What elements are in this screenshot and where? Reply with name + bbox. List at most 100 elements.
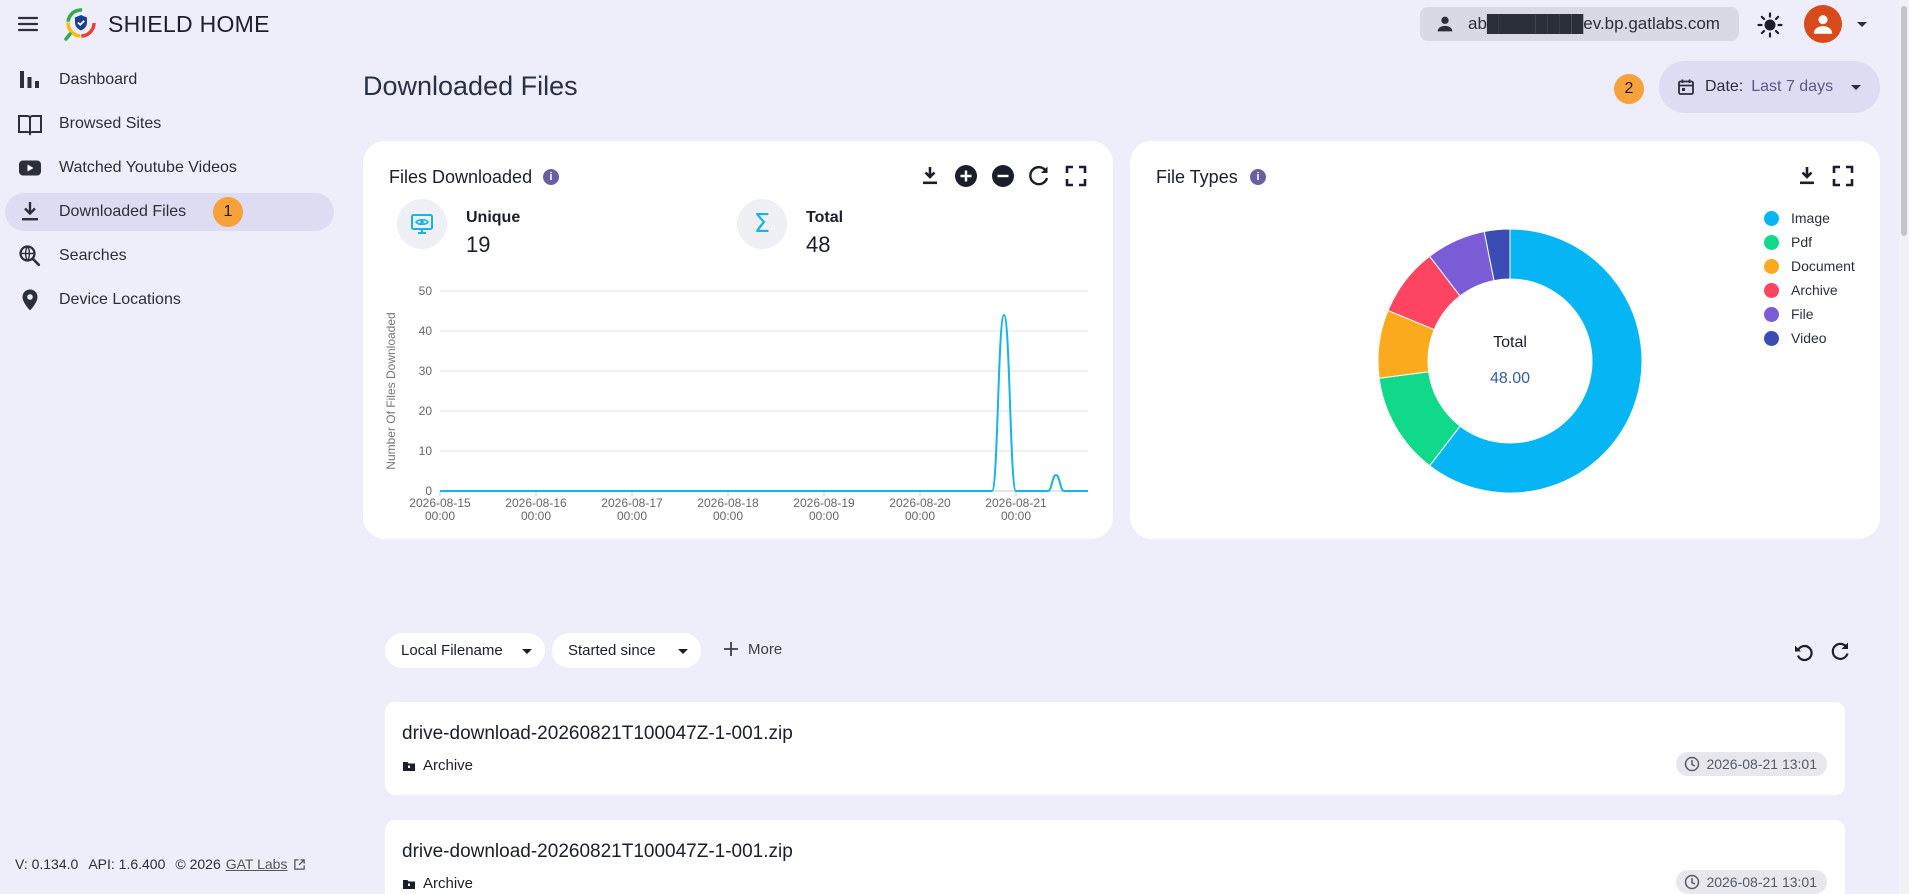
date-filter-value: Last 7 days <box>1751 78 1834 95</box>
sidebar-item-label: Watched Youtube Videos <box>59 159 237 176</box>
legend-item[interactable]: Document <box>1764 258 1855 274</box>
calendar-icon <box>1677 78 1695 96</box>
legend-item[interactable]: Video <box>1764 330 1827 346</box>
legend-item[interactable]: Archive <box>1764 282 1838 298</box>
download-icon <box>17 199 43 225</box>
x-tick-time-label: 00:00 <box>713 509 743 523</box>
book-open-icon <box>17 111 43 137</box>
plus-icon <box>722 640 740 658</box>
files-downloaded-card: Files Downloaded i Unique 19 Σ Total 48 … <box>363 141 1113 539</box>
sigma-icon: Σ <box>737 199 787 249</box>
y-tick-label: 50 <box>419 284 433 298</box>
result-time-label: 2026-08-21 13:01 <box>1706 874 1817 890</box>
refresh-icon[interactable] <box>1828 639 1854 665</box>
step-badge: 2 <box>1614 74 1644 104</box>
company-link[interactable]: GAT Labs <box>226 856 288 872</box>
more-filters-button[interactable]: More <box>722 640 782 658</box>
download-result-card[interactable]: drive-download-20260821T100047Z-1-001.zi… <box>385 702 1845 795</box>
legend-item[interactable]: Pdf <box>1764 234 1812 250</box>
sidebar-item-browsed-sites[interactable]: Browsed Sites <box>5 105 334 143</box>
x-tick-label: 2026-08-16 <box>505 496 567 510</box>
x-tick-label: 2026-08-21 <box>985 496 1047 510</box>
download-result-card[interactable]: drive-download-20260821T100047Z-1-001.zi… <box>385 820 1845 894</box>
sidebar-item-label: Device Locations <box>59 291 181 308</box>
result-type-label: Archive <box>423 875 474 892</box>
theme-toggle-sun-icon[interactable] <box>1756 11 1784 39</box>
zoom-out-icon[interactable] <box>990 163 1016 189</box>
x-tick-time-label: 00:00 <box>1001 509 1031 523</box>
legend-label: Archive <box>1791 282 1838 298</box>
y-axis-label: Number Of Files Downloaded <box>384 312 398 469</box>
search-globe-icon <box>17 243 43 269</box>
monitor-eye-icon <box>397 199 447 249</box>
x-tick-label: 2026-08-18 <box>697 496 759 510</box>
unique-value: 19 <box>466 232 491 257</box>
info-icon[interactable]: i <box>543 169 559 185</box>
copyright: © 2026 <box>175 856 221 872</box>
filter-local-filename[interactable]: Local Filename <box>385 633 545 668</box>
series-line <box>440 313 1088 493</box>
info-icon[interactable]: i <box>1250 169 1266 185</box>
legend-label: Pdf <box>1791 234 1813 250</box>
chevron-down-icon <box>673 641 693 661</box>
donut-center-value: 48.00 <box>1490 370 1530 387</box>
total-label: Total <box>806 209 844 226</box>
result-type-label: Archive <box>423 757 474 774</box>
legend-item[interactable]: File <box>1764 306 1814 322</box>
download-chart-icon[interactable] <box>917 163 943 189</box>
file-types-card: File Types i Total 48.00 Image Pdf Document… <box>1130 141 1880 539</box>
x-tick-time-label: 00:00 <box>809 509 839 523</box>
page-title: Downloaded Files <box>363 71 578 101</box>
sidebar-item-label: Dashboard <box>59 71 138 88</box>
bar-chart-icon <box>17 67 43 93</box>
card-title: Files Downloaded <box>389 167 533 187</box>
fullscreen-icon[interactable] <box>1830 163 1856 189</box>
sidebar-item-searches[interactable]: Searches <box>5 237 334 275</box>
shield-logo-icon <box>63 7 97 41</box>
legend-item[interactable]: Image <box>1764 210 1830 226</box>
sidebar-item-dashboard[interactable]: Dashboard <box>5 61 334 99</box>
clock-icon <box>1684 756 1700 772</box>
x-tick-label: 2026-08-20 <box>889 496 951 510</box>
sidebar-item-device-locations[interactable]: Device Locations <box>5 281 334 319</box>
fullscreen-icon[interactable] <box>1063 163 1089 189</box>
download-chart-icon[interactable] <box>1794 163 1820 189</box>
file-types-donut-chart: Total 48.00 <box>1377 228 1643 494</box>
sidebar-item-label: Downloaded Files <box>59 203 187 220</box>
sidebar-item-label: Searches <box>59 247 127 264</box>
reset-zoom-icon[interactable] <box>1026 163 1052 189</box>
version-footer: V: 0.134.0 API: 1.6.400 © 2026 GAT Labs <box>15 856 306 872</box>
x-tick-time-label: 00:00 <box>521 509 551 523</box>
legend-dot <box>1764 234 1779 250</box>
chevron-down-icon <box>1846 77 1866 97</box>
x-tick-label: 2026-08-17 <box>601 496 663 510</box>
result-time-label: 2026-08-21 13:01 <box>1706 756 1817 772</box>
api-version: API: 1.6.400 <box>88 856 166 872</box>
sidebar-item-watched-youtube-videos[interactable]: Watched Youtube Videos <box>5 149 334 187</box>
unique-label: Unique <box>466 209 521 226</box>
date-filter-button[interactable]: Date: Last 7 days <box>1659 61 1880 113</box>
undo-icon[interactable] <box>1791 639 1817 665</box>
app-version: V: 0.134.0 <box>15 856 79 872</box>
legend-label: Document <box>1791 258 1855 274</box>
clock-icon <box>1684 874 1700 890</box>
filter-started-since[interactable]: Started since <box>552 633 701 668</box>
y-tick-label: 30 <box>419 364 433 378</box>
result-timestamp: 2026-08-21 13:01 <box>1676 752 1827 776</box>
donut-center-label: Total <box>1493 334 1527 351</box>
youtube-icon <box>17 155 43 181</box>
more-label: More <box>748 640 783 658</box>
sidebar-item-downloaded-files[interactable]: Downloaded Files 1 <box>5 193 334 231</box>
account-menu-caret-icon[interactable] <box>1852 14 1872 34</box>
result-timestamp: 2026-08-21 13:01 <box>1676 870 1827 894</box>
y-tick-label: 20 <box>419 404 433 418</box>
card-title: File Types <box>1156 167 1238 187</box>
avatar[interactable] <box>1804 5 1842 43</box>
external-link-icon[interactable] <box>293 858 306 871</box>
person-icon <box>1434 13 1456 35</box>
step-badge: 1 <box>213 197 243 227</box>
user-account-chip[interactable]: ab████████ev.bp.gatlabs.com <box>1420 7 1739 41</box>
menu-icon[interactable] <box>16 12 40 36</box>
scrollbar[interactable] <box>1899 0 1909 894</box>
zoom-in-icon[interactable] <box>953 163 979 189</box>
